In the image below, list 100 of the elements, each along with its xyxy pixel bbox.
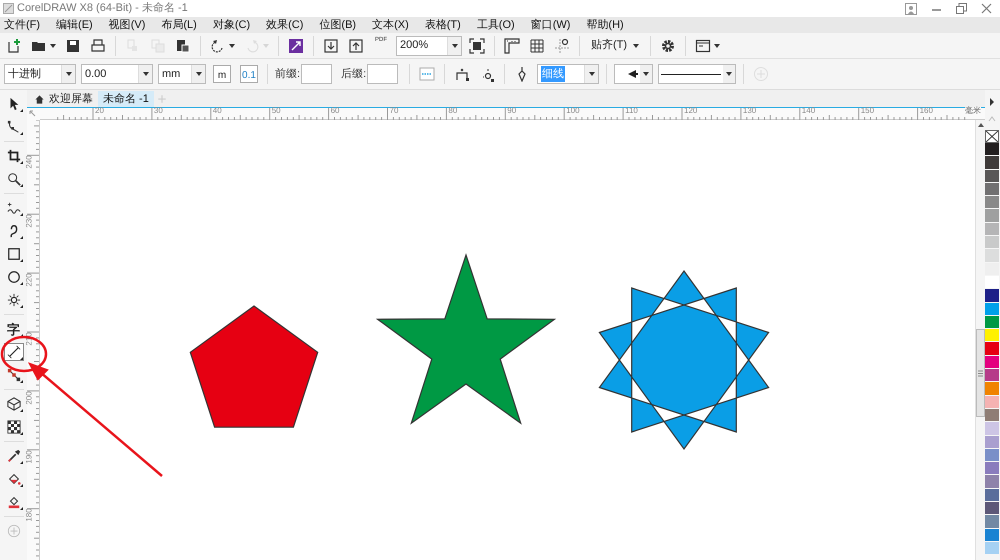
dropdown[interactable]: 0.00 <box>81 64 153 84</box>
scrollbar-thumb[interactable] <box>976 329 985 417</box>
ellipse-icon[interactable] <box>6 270 20 284</box>
color-swatch[interactable] <box>985 369 999 382</box>
dropdown[interactable]: 200% <box>396 36 462 56</box>
restore-icon[interactable] <box>956 3 967 14</box>
caret-icon[interactable] <box>643 72 650 76</box>
cube-icon[interactable] <box>6 397 20 411</box>
menu-item[interactable]: 编辑(E) <box>56 16 93 34</box>
crop-icon[interactable] <box>6 149 20 163</box>
color-swatch[interactable] <box>985 236 999 250</box>
precision-icon[interactable]: 0.1 <box>240 65 258 83</box>
color-swatch[interactable] <box>985 408 999 422</box>
color-swatch[interactable] <box>985 462 999 476</box>
print-icon[interactable] <box>90 38 106 54</box>
menu-item[interactable]: 表格(T) <box>424 16 461 34</box>
scroll-up-icon[interactable] <box>976 122 984 128</box>
color-swatch[interactable] <box>985 382 999 396</box>
color-swatch[interactable] <box>985 528 999 542</box>
arrowhead-dropdown[interactable] <box>614 64 654 84</box>
text-tool-icon[interactable]: 字 <box>7 322 20 336</box>
color-swatch[interactable] <box>985 475 999 489</box>
snap-dropdown[interactable]: 贴齐(T) <box>587 36 644 56</box>
fit-page-icon[interactable] <box>469 38 485 54</box>
color-swatch[interactable] <box>985 209 999 223</box>
window-icon[interactable] <box>695 38 712 54</box>
menu-item[interactable]: 文本(X) <box>372 16 409 34</box>
color-swatch[interactable] <box>985 170 999 183</box>
caret-icon[interactable] <box>142 72 148 76</box>
menu-item[interactable]: 窗口(W) <box>530 16 570 34</box>
launcher-icon[interactable] <box>288 38 304 54</box>
save-icon[interactable] <box>65 38 81 54</box>
eyedropper-icon[interactable] <box>6 449 20 463</box>
color-swatch[interactable] <box>985 329 999 342</box>
menu-item[interactable]: 工具(O) <box>476 16 515 34</box>
export-icon[interactable] <box>348 38 364 54</box>
color-swatch[interactable] <box>985 289 999 303</box>
dropdown[interactable]: mm <box>158 64 206 84</box>
caret-icon[interactable] <box>452 44 458 48</box>
caret-icon[interactable] <box>66 72 72 76</box>
color-swatch[interactable] <box>985 448 999 462</box>
color-swatch[interactable] <box>985 302 999 316</box>
connector-icon[interactable] <box>6 368 20 382</box>
caret-icon[interactable] <box>196 72 202 76</box>
account-icon[interactable] <box>905 2 917 14</box>
menu-item[interactable]: 位图(B) <box>319 16 356 34</box>
text-field[interactable] <box>367 64 398 84</box>
caret-icon[interactable] <box>588 72 595 76</box>
color-swatch[interactable] <box>985 436 999 449</box>
color-swatch[interactable] <box>985 542 999 556</box>
menu-item[interactable]: 对象(C) <box>212 16 250 34</box>
color-swatch[interactable] <box>985 316 999 330</box>
color-swatch[interactable] <box>985 396 999 409</box>
guidelines-icon[interactable] <box>554 38 570 54</box>
color-swatch[interactable] <box>985 143 999 156</box>
color-swatch[interactable] <box>985 502 999 516</box>
menu-item[interactable]: 文件(F) <box>4 16 40 34</box>
menu-item[interactable]: 布局(L) <box>161 16 197 34</box>
color-swatch[interactable] <box>985 196 999 210</box>
caret-icon[interactable] <box>633 44 640 48</box>
caret-icon[interactable] <box>50 44 56 48</box>
units-icon[interactable]: m <box>213 65 231 83</box>
menu-item[interactable]: 帮助(H) <box>586 16 624 34</box>
no-color-swatch[interactable] <box>985 130 999 143</box>
rectangle-icon[interactable] <box>6 247 20 261</box>
color-swatch[interactable] <box>985 156 999 170</box>
zoom-icon[interactable] <box>6 172 20 186</box>
line-style-dropdown[interactable] <box>658 64 736 84</box>
document-tab[interactable]: 未命名 -1 <box>98 91 154 107</box>
new-file-icon[interactable] <box>6 38 22 54</box>
expand-arrow-icon[interactable] <box>989 98 995 106</box>
color-swatch[interactable] <box>985 422 999 436</box>
color-swatch[interactable] <box>985 488 999 502</box>
menu-item[interactable]: 视图(V) <box>108 16 146 34</box>
extension-line-icon[interactable] <box>454 66 470 82</box>
menu-item[interactable]: 效果(C) <box>266 16 304 34</box>
outline-fill-icon[interactable] <box>6 495 20 509</box>
close-icon[interactable] <box>981 3 992 14</box>
checkerboard-icon[interactable] <box>6 420 20 434</box>
paste-icon[interactable] <box>175 38 191 54</box>
color-swatch[interactable] <box>985 222 999 236</box>
color-swatch[interactable] <box>985 356 999 370</box>
freehand-icon[interactable] <box>6 201 20 215</box>
caret-icon[interactable] <box>229 44 235 48</box>
color-swatch[interactable] <box>985 249 999 263</box>
paint-bucket-icon[interactable] <box>6 472 20 486</box>
settings-icon[interactable] <box>660 38 676 54</box>
caret-icon[interactable] <box>714 44 720 48</box>
dropdown[interactable]: 十进制 <box>4 64 76 84</box>
import-icon[interactable] <box>323 38 339 54</box>
shape-tool-icon[interactable] <box>6 120 20 134</box>
color-swatch[interactable] <box>985 342 999 356</box>
grid-icon[interactable] <box>529 38 545 54</box>
color-swatch[interactable] <box>985 276 999 290</box>
rulers-icon[interactable] <box>504 38 520 54</box>
color-swatch[interactable] <box>985 182 999 196</box>
color-swatch[interactable] <box>985 262 999 276</box>
color-swatch[interactable] <box>985 515 999 529</box>
caret-icon[interactable] <box>726 72 732 76</box>
dimension-tool-icon[interactable] <box>6 345 20 359</box>
